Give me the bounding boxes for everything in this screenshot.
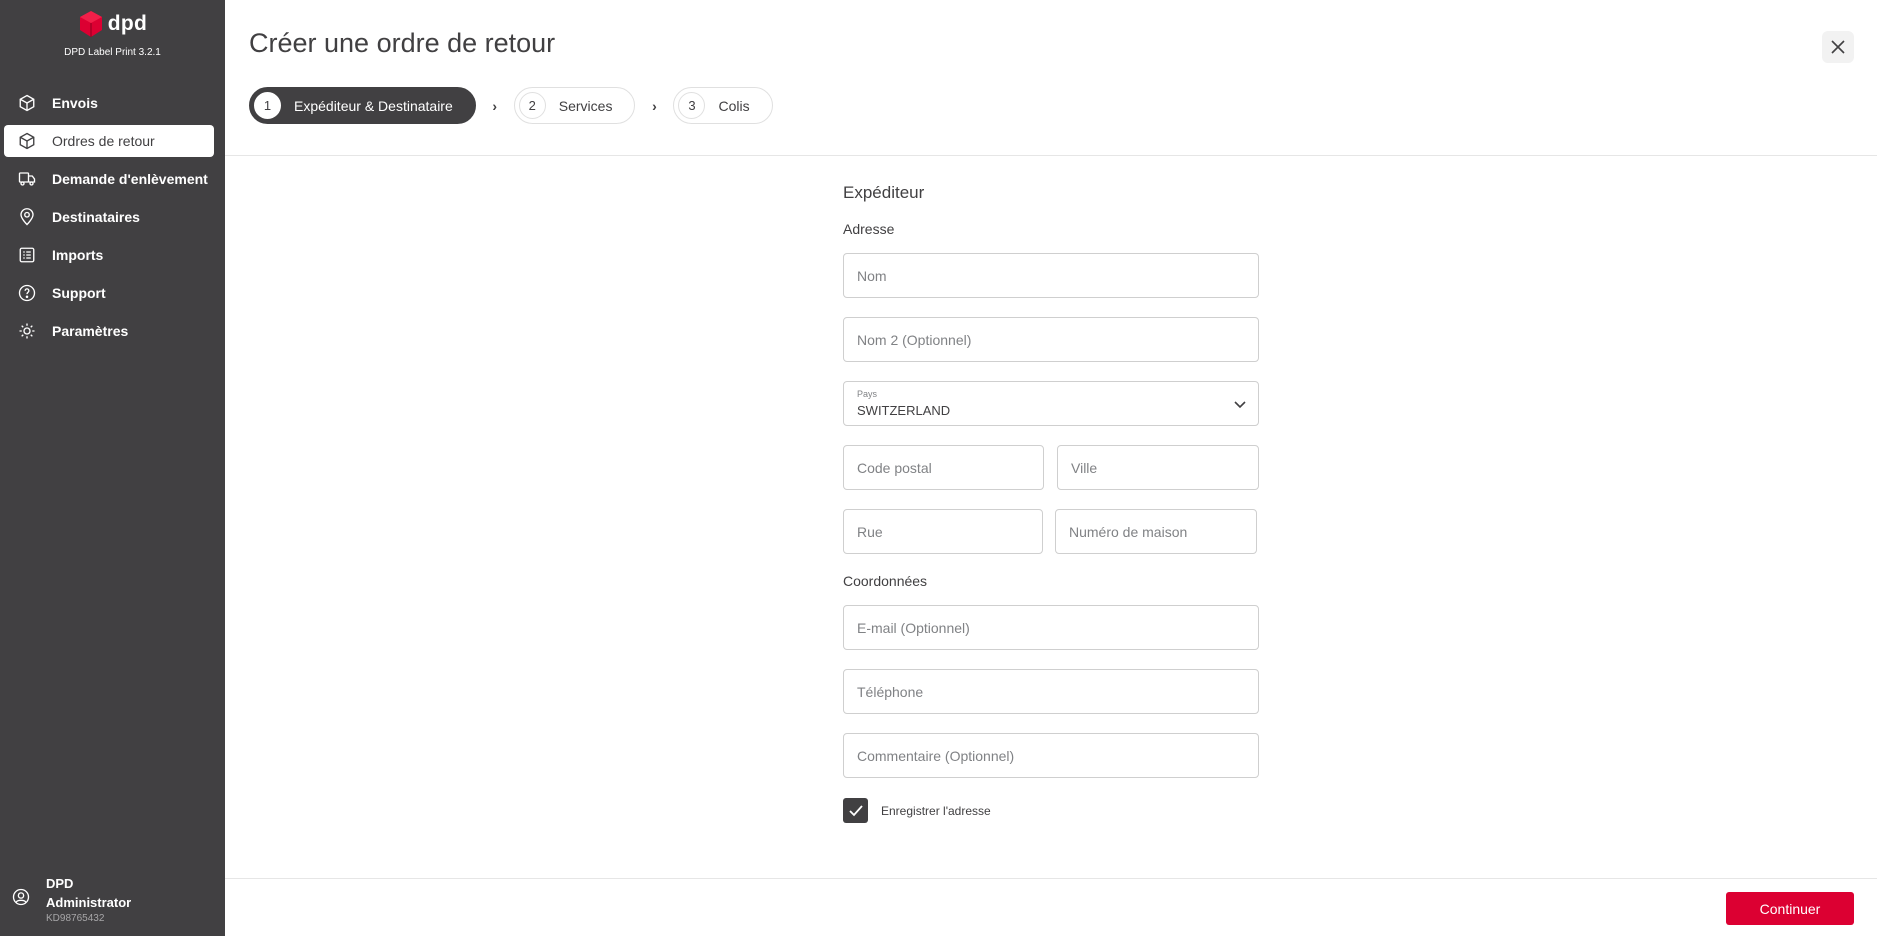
list-icon xyxy=(17,245,37,265)
section-title: Expéditeur xyxy=(843,183,925,202)
chevron-right-icon: › xyxy=(492,97,498,114)
sidebar-item-label: Destinataires xyxy=(52,209,140,225)
user-name-line2: Administrator xyxy=(46,895,132,910)
page-title: Créer une ordre de retour xyxy=(249,28,556,58)
comment-input[interactable] xyxy=(844,734,1258,777)
header-divider xyxy=(225,155,1877,156)
sidebar-item-label: Imports xyxy=(52,247,104,263)
phone-input[interactable] xyxy=(844,670,1258,713)
street-input[interactable] xyxy=(844,510,1042,553)
step-colis[interactable]: 3 Colis xyxy=(673,87,773,124)
sidebar: dpd DPD Label Print 3.2.1 Envois Ordres … xyxy=(0,0,225,936)
comment-field[interactable] xyxy=(843,733,1259,778)
chevron-down-icon xyxy=(1234,401,1246,409)
close-icon xyxy=(1831,40,1845,54)
name2-field[interactable] xyxy=(843,317,1259,362)
chevron-right-icon: › xyxy=(652,97,657,114)
country-select[interactable]: Pays SWITZERLAND xyxy=(843,381,1259,426)
save-address-row: Enregistrer l'adresse xyxy=(843,798,991,823)
house-number-field[interactable] xyxy=(1055,509,1257,554)
location-pin-icon xyxy=(17,207,37,227)
city-input[interactable] xyxy=(1058,446,1258,489)
postal-code-input[interactable] xyxy=(844,446,1043,489)
sidebar-item-demande-enlevement[interactable]: Demande d'enlèvement xyxy=(4,163,214,195)
city-field[interactable] xyxy=(1057,445,1259,490)
phone-field[interactable] xyxy=(843,669,1259,714)
sidebar-item-ordres-de-retour[interactable]: Ordres de retour xyxy=(4,125,214,157)
step-label: Expéditeur & Destinataire xyxy=(294,97,453,114)
brand: dpd DPD Label Print 3.2.1 xyxy=(0,8,225,58)
logo-text: dpd xyxy=(107,12,148,35)
footer-divider xyxy=(225,878,1877,879)
sidebar-item-label: Paramètres xyxy=(52,323,129,339)
name2-input[interactable] xyxy=(844,318,1258,361)
sidebar-item-label: Support xyxy=(52,285,106,301)
step-expediteur-destinataire[interactable]: 1 Expéditeur & Destinataire xyxy=(249,87,476,124)
dpd-logo: dpd xyxy=(78,8,147,40)
step-services[interactable]: 2 Services xyxy=(513,87,636,124)
name-field[interactable] xyxy=(843,253,1259,298)
address-heading: Adresse xyxy=(843,221,895,237)
street-field[interactable] xyxy=(843,509,1043,554)
user-id: KD98765432 xyxy=(46,913,105,924)
step-number: 3 xyxy=(678,92,706,119)
truck-icon xyxy=(17,169,37,189)
step-number: 2 xyxy=(518,92,546,119)
dpd-cube-icon xyxy=(79,11,102,37)
close-button[interactable] xyxy=(1822,31,1854,63)
sidebar-item-envois[interactable]: Envois xyxy=(4,87,214,119)
step-label: Services xyxy=(558,97,613,114)
save-address-checkbox[interactable] xyxy=(843,798,868,823)
sidebar-item-support[interactable]: Support xyxy=(4,277,214,309)
email-field[interactable] xyxy=(843,605,1259,650)
email-input[interactable] xyxy=(844,606,1258,649)
house-number-input[interactable] xyxy=(1056,510,1256,553)
user-profile[interactable]: DPD Administrator KD98765432 xyxy=(12,874,212,924)
name-input[interactable] xyxy=(844,254,1258,297)
step-label: Colis xyxy=(718,97,750,114)
country-value: SWITZERLAND xyxy=(857,403,951,418)
sidebar-nav: Envois Ordres de retour Demande d'enlève… xyxy=(4,87,214,353)
continue-button[interactable]: Continuer xyxy=(1726,892,1854,925)
help-icon xyxy=(17,283,37,303)
postal-code-field[interactable] xyxy=(843,445,1044,490)
gear-icon xyxy=(17,321,37,341)
sidebar-item-label: Demande d'enlèvement xyxy=(52,171,208,187)
sidebar-item-destinataires[interactable]: Destinataires xyxy=(4,201,214,233)
stepper: 1 Expéditeur & Destinataire › 2 Services… xyxy=(249,87,773,124)
step-number: 1 xyxy=(254,92,281,119)
sidebar-item-imports[interactable]: Imports xyxy=(4,239,214,271)
sidebar-item-label: Envois xyxy=(52,95,98,111)
app-version: DPD Label Print 3.2.1 xyxy=(64,47,161,58)
checkmark-icon xyxy=(848,804,863,816)
save-address-label: Enregistrer l'adresse xyxy=(881,803,991,818)
sidebar-item-parametres[interactable]: Paramètres xyxy=(4,315,214,347)
contact-heading: Coordonnées xyxy=(843,573,928,589)
package-icon xyxy=(17,131,37,151)
sidebar-item-label: Ordres de retour xyxy=(52,133,155,149)
package-icon xyxy=(17,93,37,113)
country-label: Pays xyxy=(857,389,878,399)
user-icon xyxy=(12,888,32,908)
user-name-line1: DPD xyxy=(46,876,74,891)
